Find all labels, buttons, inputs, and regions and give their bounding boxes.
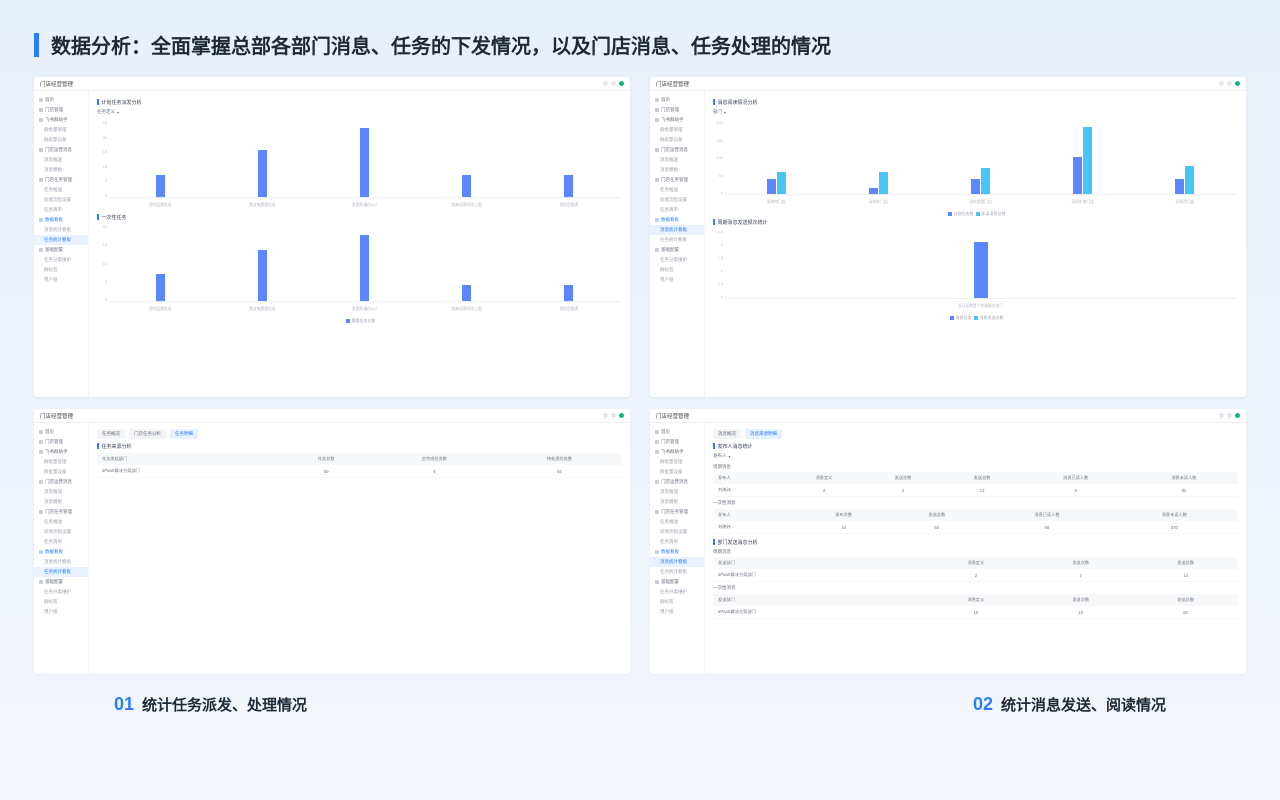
foot-num-1: 01 <box>114 694 134 715</box>
tab-overview[interactable]: 任务概况 <box>97 429 125 439</box>
legend: 需要任务总数 <box>97 318 622 324</box>
screenshot-msg-read: 门店经营管理 首页 门店管理 飞书群助手 群批量管理 群批量设备 门店运营消息 … <box>650 77 1246 397</box>
foot-num-2: 02 <box>973 694 993 715</box>
footer: 01统计任务派发、处理情况 02统计消息发送、阅读情况 <box>34 694 1246 715</box>
nav-msg[interactable]: 门店运营消息 <box>34 145 88 155</box>
accent-bar <box>34 33 39 57</box>
page-header: 数据分析：全面掌握总部各部门消息、任务的下发情况，以及门店消息、任务处理的情况 <box>34 30 1246 59</box>
chart-once-task: 20151050 日时运营任务营业每晨签任务罗家辉通任017常新运营时间上报排班… <box>97 224 622 312</box>
nav-feishu[interactable]: 飞书群助手 <box>34 115 88 125</box>
screenshot-msg-source: 门店经营管理 首页 门店管理 飞书群助手 群批量管理 群批量设备 门店运营消息 … <box>650 409 1246 674</box>
section-title: 一次性任务 <box>97 214 622 221</box>
task-def-dropdown[interactable]: 任务定义 <box>97 109 119 115</box>
bell-icon[interactable] <box>611 81 616 86</box>
nav-board[interactable]: 数据看板 <box>34 215 88 225</box>
screenshot-task-source: 门店经营管理 首页 门店管理 飞书群助手 群批量管理 群批量设备 门店运营消息 … <box>34 409 630 674</box>
table-row[interactable]: aPaaS解决方案部门59455 <box>97 465 622 478</box>
nav-task-board-active[interactable]: 任务统计看板 <box>34 235 88 245</box>
nav-store[interactable]: 门店管理 <box>34 105 88 115</box>
chart-plan-task: 2520151050 日时运营任务营业每晨签任务罗家辉通任017常新运营时间上报… <box>97 120 622 208</box>
screenshot-grid: 门店经营管理 首页 门店管理 飞书群助手 群批量管理 群批量设备 门店运营消息 … <box>34 77 1246 674</box>
screenshot-task-dispatch: 门店经营管理 首页 门店管理 飞书群助手 群批量管理 群批量设备 门店运营消息 … <box>34 77 630 397</box>
page-title: 数据分析：全面掌握总部各部门消息、任务的下发情况，以及门店消息、任务处理的情况 <box>51 30 831 59</box>
chart-msg-read: 200150100500 深圳南门店深圳东门店深圳监管门店深圳东南门店深圳西门店 <box>713 120 1238 205</box>
gear-icon[interactable] <box>603 81 608 86</box>
tab-store-task[interactable]: 门店任务分析 <box>129 429 166 439</box>
sidebar: 首页 门店管理 飞书群助手 群批量管理 群批量设备 门店运营消息 消息推送 消息… <box>34 91 89 397</box>
tabs: 任务概况 门店任务分析 任务明细 <box>97 429 622 439</box>
tab-task-detail[interactable]: 任务明细 <box>170 429 198 439</box>
nav-task[interactable]: 门店任务管理 <box>34 175 88 185</box>
app-title: 门店经营管理 <box>40 80 73 88</box>
chart-cycle-msg: 2.521.510.50 当日运转是个外组联合部门 <box>713 229 1238 309</box>
nav-base[interactable]: 基础配置 <box>34 245 88 255</box>
dept-dropdown[interactable]: 部门 <box>713 109 726 115</box>
task-source-table: 任务发起部门任务总数应完成任务数待处理任务数 aPaaS解决方案部门59455 <box>97 453 622 478</box>
nav-home[interactable]: 首页 <box>34 95 88 105</box>
section-title: 计划任务派发分析 <box>97 99 622 106</box>
avatar[interactable] <box>619 81 624 86</box>
